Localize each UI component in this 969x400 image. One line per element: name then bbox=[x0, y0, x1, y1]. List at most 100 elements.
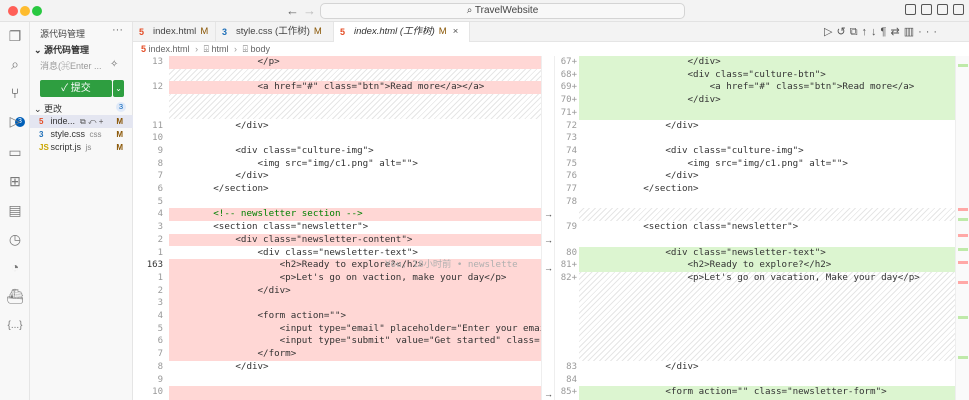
code-line[interactable]: 8 </div> bbox=[133, 361, 541, 374]
code-line[interactable]: 5 bbox=[133, 196, 541, 209]
code-line[interactable]: 6 <input type="submit" value="Get starte… bbox=[133, 335, 541, 348]
search-icon[interactable]: ⌕ bbox=[6, 55, 24, 73]
code-line[interactable]: 3 bbox=[133, 297, 541, 310]
revert-change-arrow-icon[interactable]: → bbox=[544, 389, 553, 399]
code-line[interactable]: 85+ <form action="" class="newsletter-fo… bbox=[555, 386, 955, 399]
code-line[interactable]: 8 <img src="img/c1.png" alt=""> bbox=[133, 158, 541, 171]
next-change-icon[interactable]: ↓ bbox=[871, 26, 881, 38]
code-line[interactable]: 69+ <a href="#" class="btn">Read more</a… bbox=[555, 81, 955, 94]
code-line[interactable]: 70+ </div> bbox=[555, 94, 955, 107]
explorer-icon[interactable]: ❐ bbox=[6, 27, 24, 45]
code-line[interactable]: 163 <h2>Ready to explore?</h2> You, 18小时前… bbox=[133, 259, 541, 272]
code-line[interactable]: 11 </div> bbox=[133, 120, 541, 133]
extensions-icon[interactable]: ⊞ bbox=[6, 172, 24, 190]
commit-dropdown-icon[interactable]: ⌄ bbox=[113, 80, 124, 97]
git-graph-icon[interactable]: ◔ bbox=[6, 258, 24, 276]
code-line[interactable]: 75 <img src="img/c1.png" alt=""> bbox=[555, 158, 955, 171]
code-line[interactable]: 2 </div> bbox=[133, 285, 541, 298]
code-line[interactable]: 2 <div class="newsletter-content"> bbox=[133, 234, 541, 247]
code-line[interactable]: 82+ <p>Let's go on vacation, Make your d… bbox=[555, 272, 955, 285]
sidebar-section-header[interactable]: ⌄ 源代码管理 bbox=[34, 43, 89, 56]
code-line[interactable]: 73 bbox=[555, 132, 955, 145]
code-line[interactable]: 6 </section> bbox=[133, 183, 541, 196]
minimize-window-button[interactable] bbox=[20, 6, 30, 16]
code-line[interactable]: 80 <div class="newsletter-text"> bbox=[555, 247, 955, 260]
run-icon[interactable]: ▷ bbox=[824, 26, 836, 38]
code-line[interactable]: 67+ </div> bbox=[555, 56, 955, 69]
code-line[interactable]: 76 </div> bbox=[555, 170, 955, 183]
diff-modified-editor[interactable]: 67+ </div> 68+ <div class="culture-btn"> 6… bbox=[555, 56, 955, 400]
split-editor-icon[interactable]: ▥ bbox=[904, 26, 918, 38]
code-line[interactable]: 10 bbox=[133, 132, 541, 145]
code-line[interactable]: 4 <form action=""> bbox=[133, 310, 541, 323]
code-line[interactable]: 7 </div> bbox=[133, 170, 541, 183]
code-line[interactable]: 9 bbox=[133, 374, 541, 387]
command-center-search[interactable]: ⌕ TravelWebsite bbox=[320, 3, 685, 19]
more-actions-icon[interactable]: ··· bbox=[112, 24, 123, 36]
toggle-secondary-sidebar-icon[interactable] bbox=[937, 4, 948, 15]
inline-view-icon[interactable]: ⇄ bbox=[890, 26, 903, 38]
code-line[interactable]: 81+ <h2>Ready to explore?</h2> bbox=[555, 259, 955, 272]
code-line[interactable]: 1 <div class="newsletter-text"> bbox=[133, 247, 541, 260]
close-window-button[interactable] bbox=[8, 6, 18, 16]
maximize-window-button[interactable] bbox=[32, 6, 42, 16]
code-line[interactable]: 74 <div class="culture-img"> bbox=[555, 145, 955, 158]
generate-commit-message-icon[interactable]: ✧ bbox=[110, 59, 118, 70]
code-line[interactable]: 78 bbox=[555, 196, 955, 209]
changed-file-index-html[interactable]: 5 inde... ⧉ ↶ + M bbox=[30, 115, 133, 128]
timeline-icon[interactable]: ◷ bbox=[6, 230, 24, 248]
code-line[interactable]: 1 <p>Let's go on vaction, make your day<… bbox=[133, 272, 541, 285]
changed-file-style-css[interactable]: 3 style.css css M bbox=[30, 128, 133, 141]
history-icon[interactable]: ↺ bbox=[836, 26, 849, 38]
tab-index-html-worktree[interactable]: 5 index.html (工作树) M × bbox=[334, 22, 470, 42]
remote-explorer-icon[interactable]: ▭ bbox=[6, 143, 24, 161]
tab-index-html[interactable]: 5 index.html M bbox=[133, 22, 216, 42]
code-line[interactable]: 77 </section> bbox=[555, 183, 955, 196]
code-line[interactable]: 13 </p> bbox=[133, 56, 541, 69]
json-icon[interactable]: {...} bbox=[6, 317, 24, 335]
code-line[interactable]: 12 <a href="#" class="btn">Read more</a>… bbox=[133, 81, 541, 94]
breadcrumb-item-body[interactable]: body bbox=[250, 44, 270, 54]
code-line[interactable]: 68+ <div class="culture-btn"> bbox=[555, 69, 955, 82]
code-line[interactable]: 71+ bbox=[555, 107, 955, 120]
breadcrumb-item-html[interactable]: html bbox=[212, 44, 229, 54]
changes-group[interactable]: ⌄ 更改 3 bbox=[34, 102, 130, 115]
toggle-sidebar-icon[interactable] bbox=[905, 4, 916, 15]
code-line[interactable]: 72 </div> bbox=[555, 120, 955, 133]
close-tab-icon[interactable]: × bbox=[453, 26, 459, 37]
code-line[interactable]: 4 <!-- newsletter section --> bbox=[133, 208, 541, 221]
code-line[interactable]: 10 bbox=[133, 386, 541, 399]
customize-layout-icon[interactable] bbox=[953, 4, 964, 15]
docker-icon[interactable]: ⛴ bbox=[6, 287, 24, 305]
folder-icon[interactable]: ▤ bbox=[6, 201, 24, 219]
diff-original-editor[interactable]: 13 </p> 12 <a href="#" class="btn">Read m… bbox=[133, 56, 541, 400]
changed-file-script-js[interactable]: JS script.js js M bbox=[30, 141, 133, 154]
code-line[interactable]: 83 </div> bbox=[555, 361, 955, 374]
open-file-icon[interactable]: ⧉ bbox=[850, 26, 862, 38]
run-debug-icon[interactable]: ▷ bbox=[6, 112, 24, 130]
revert-change-arrow-icon[interactable]: → bbox=[544, 235, 553, 245]
toggle-panel-icon[interactable] bbox=[921, 4, 932, 15]
code-line[interactable]: 7 </form> bbox=[133, 348, 541, 361]
revert-change-arrow-icon[interactable]: → bbox=[544, 209, 553, 219]
forward-arrow-icon[interactable]: → bbox=[303, 3, 316, 18]
back-arrow-icon[interactable]: ← bbox=[286, 3, 299, 18]
code-text: <a href="#" class="btn">Read more</a></a… bbox=[169, 81, 485, 93]
previous-change-icon[interactable]: ↑ bbox=[862, 26, 872, 38]
tab-style-css-worktree[interactable]: 3 style.css (工作树) M bbox=[216, 22, 334, 42]
code-line[interactable]: 9 <div class="culture-img"> bbox=[133, 145, 541, 158]
commit-message-input[interactable]: 消息(⌘Enter ... bbox=[40, 58, 106, 74]
commit-button[interactable]: ✓ 提交 bbox=[40, 80, 112, 97]
tab-label: index.html (工作树) bbox=[354, 26, 435, 37]
line-number: 78 bbox=[566, 196, 577, 207]
code-line[interactable]: 84 bbox=[555, 374, 955, 387]
revert-change-arrow-icon[interactable]: → bbox=[544, 263, 553, 273]
more-icon[interactable]: ··· bbox=[918, 26, 941, 38]
breadcrumb-item-file[interactable]: index.html bbox=[149, 44, 190, 54]
code-line[interactable]: 79 <section class="newsletter"> bbox=[555, 221, 955, 234]
code-line[interactable]: 5 <input type="email" placeholder="Enter… bbox=[133, 323, 541, 336]
code-line[interactable]: 3 <section class="newsletter"> bbox=[133, 221, 541, 234]
file-inline-actions[interactable]: ⧉ ↶ + bbox=[78, 115, 106, 128]
toggle-whitespace-icon[interactable]: ¶ bbox=[881, 26, 891, 38]
source-control-icon[interactable]: ⑂ bbox=[6, 84, 24, 102]
